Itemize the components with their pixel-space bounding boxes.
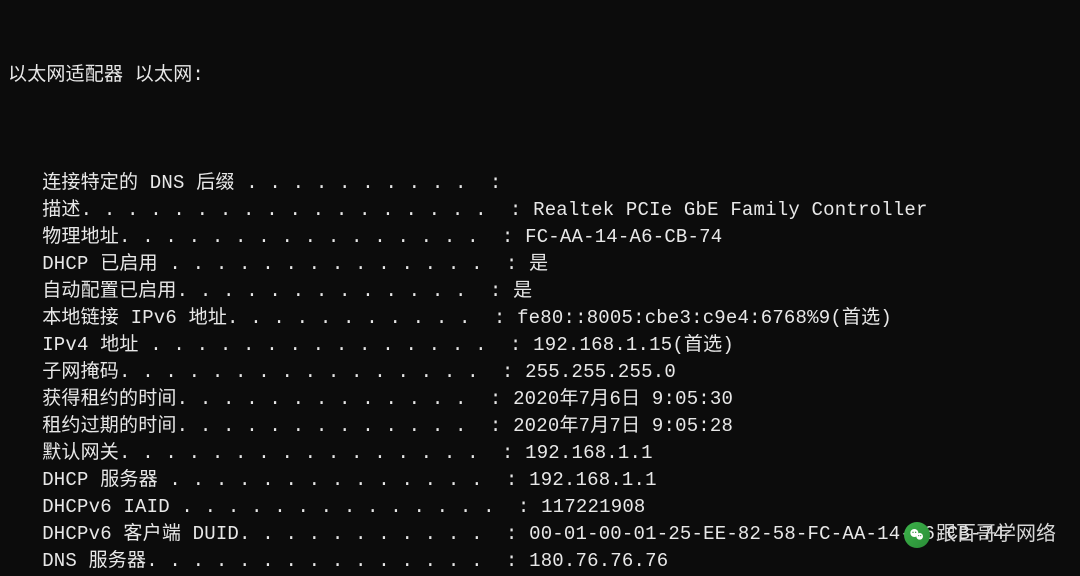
wechat-icon bbox=[904, 522, 930, 548]
colon-separator: : bbox=[482, 305, 517, 332]
colon-separator: : bbox=[494, 251, 529, 278]
config-value: fe80::8005:cbe3:c9e4:6768%9(首选) bbox=[517, 305, 892, 332]
dots-fill: . . . . . . . . . . . . . . . . bbox=[119, 359, 490, 386]
colon-separator: : bbox=[490, 359, 525, 386]
dots-fill: . . . . . . . . . . . bbox=[239, 521, 494, 548]
colon-separator: : bbox=[478, 413, 513, 440]
config-value: Realtek PCIe GbE Family Controller bbox=[533, 197, 927, 224]
colon-separator: : bbox=[506, 494, 541, 521]
config-label: 自动配置已启用 bbox=[42, 278, 176, 305]
config-value: 117221908 bbox=[541, 494, 645, 521]
config-value: FC-AA-14-A6-CB-74 bbox=[525, 224, 722, 251]
config-label: IPv4 地址 bbox=[42, 332, 138, 359]
config-row-10: 默认网关. . . . . . . . . . . . . . . . : 19… bbox=[42, 440, 1072, 467]
config-row-4: 自动配置已启用. . . . . . . . . . . . . : 是 bbox=[42, 278, 1072, 305]
colon-separator: : bbox=[494, 548, 529, 575]
config-label: DHCPv6 客户端 DUID bbox=[42, 521, 239, 548]
config-label: 子网掩码 bbox=[42, 359, 119, 386]
colon-separator: : bbox=[490, 224, 525, 251]
config-value: 2020年7月6日 9:05:30 bbox=[513, 386, 733, 413]
dots-fill: . . . . . . . . . . . . . . . . bbox=[119, 224, 490, 251]
config-label: 物理地址 bbox=[42, 224, 119, 251]
config-row-14: DNS 服务器. . . . . . . . . . . . . . . : 1… bbox=[42, 548, 1072, 575]
colon-separator: : bbox=[494, 467, 529, 494]
config-value: 192.168.1.1 bbox=[529, 467, 657, 494]
colon-separator: : bbox=[494, 521, 529, 548]
colon-separator: : bbox=[478, 278, 513, 305]
config-value: 2020年7月7日 9:05:28 bbox=[513, 413, 733, 440]
config-label: 连接特定的 DNS 后缀 bbox=[42, 170, 234, 197]
config-row-8: 获得租约的时间. . . . . . . . . . . . . : 2020年… bbox=[42, 386, 1072, 413]
terminal-output: 以太网适配器 以太网: 连接特定的 DNS 后缀 . . . . . . . .… bbox=[0, 0, 1080, 576]
config-label: 本地链接 IPv6 地址 bbox=[42, 305, 227, 332]
config-label: 描述 bbox=[42, 197, 80, 224]
config-label: 租约过期的时间 bbox=[42, 413, 176, 440]
config-value: 192.168.1.1 bbox=[525, 440, 653, 467]
dots-fill: . . . . . . . . . . bbox=[235, 170, 479, 197]
dots-fill: . . . . . . . . . . . bbox=[227, 305, 482, 332]
config-label: DHCP 已启用 bbox=[42, 251, 158, 278]
dots-fill: . . . . . . . . . . . . . . . . . . bbox=[81, 197, 499, 224]
dots-fill: . . . . . . . . . . . . . bbox=[177, 278, 479, 305]
colon-separator: : bbox=[478, 386, 513, 413]
config-row-6: IPv4 地址 . . . . . . . . . . . . . . . : … bbox=[42, 332, 1072, 359]
ipconfig-block: 连接特定的 DNS 后缀 . . . . . . . . . . : 描述. .… bbox=[8, 170, 1072, 576]
config-label: 默认网关 bbox=[42, 440, 119, 467]
config-value: 是 bbox=[529, 251, 548, 278]
watermark-text: 跟百哥学网络 bbox=[936, 521, 1056, 548]
config-row-1: 描述. . . . . . . . . . . . . . . . . . : … bbox=[42, 197, 1072, 224]
config-value: 192.168.1.15(首选) bbox=[533, 332, 734, 359]
config-row-5: 本地链接 IPv6 地址. . . . . . . . . . . : fe80… bbox=[42, 305, 1072, 332]
config-label: 获得租约的时间 bbox=[42, 386, 176, 413]
dots-fill: . . . . . . . . . . . . . . bbox=[170, 494, 506, 521]
config-value: 180.76.76.76 bbox=[529, 548, 668, 575]
watermark: 跟百哥学网络 bbox=[904, 521, 1056, 548]
config-value: 255.255.255.0 bbox=[525, 359, 676, 386]
colon-separator: : bbox=[498, 332, 533, 359]
adapter-header: 以太网适配器 以太网: bbox=[8, 62, 1072, 89]
dots-fill: . . . . . . . . . . . . . bbox=[177, 386, 479, 413]
dots-fill: . . . . . . . . . . . . . . bbox=[158, 467, 494, 494]
dots-fill: . . . . . . . . . . . . . . . . bbox=[119, 440, 490, 467]
config-label: DHCPv6 IAID bbox=[42, 494, 170, 521]
dots-fill: . . . . . . . . . . . . . . bbox=[158, 251, 494, 278]
config-row-12: DHCPv6 IAID . . . . . . . . . . . . . . … bbox=[42, 494, 1072, 521]
colon-separator: : bbox=[498, 197, 533, 224]
config-row-11: DHCP 服务器 . . . . . . . . . . . . . . : 1… bbox=[42, 467, 1072, 494]
config-row-7: 子网掩码. . . . . . . . . . . . . . . . : 25… bbox=[42, 359, 1072, 386]
config-row-3: DHCP 已启用 . . . . . . . . . . . . . . : 是 bbox=[42, 251, 1072, 278]
colon-separator: : bbox=[490, 440, 525, 467]
config-row-9: 租约过期的时间. . . . . . . . . . . . . : 2020年… bbox=[42, 413, 1072, 440]
config-row-0: 连接特定的 DNS 后缀 . . . . . . . . . . : bbox=[42, 170, 1072, 197]
dots-fill: . . . . . . . . . . . . . . . bbox=[139, 332, 499, 359]
dots-fill: . . . . . . . . . . . . . . . bbox=[146, 548, 494, 575]
colon-separator: : bbox=[478, 170, 513, 197]
config-value: 是 bbox=[513, 278, 532, 305]
dots-fill: . . . . . . . . . . . . . bbox=[177, 413, 479, 440]
config-label: DNS 服务器 bbox=[42, 548, 146, 575]
config-row-2: 物理地址. . . . . . . . . . . . . . . . : FC… bbox=[42, 224, 1072, 251]
config-label: DHCP 服务器 bbox=[42, 467, 158, 494]
